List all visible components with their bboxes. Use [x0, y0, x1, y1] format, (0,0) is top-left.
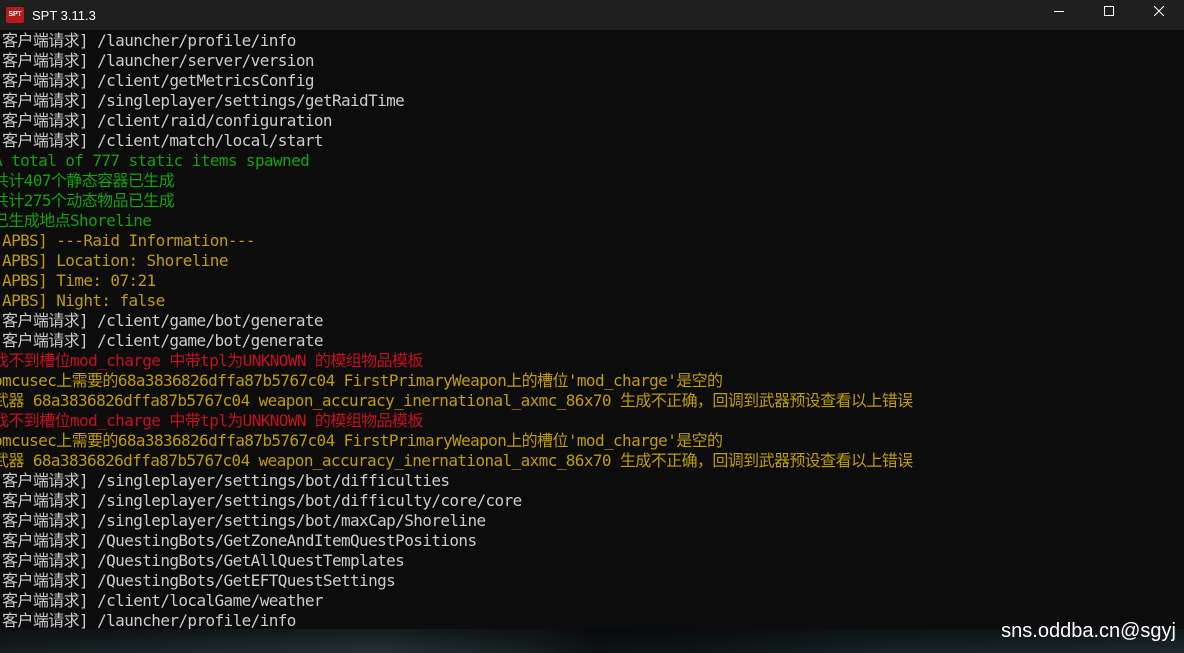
console-line: pmcusec上需要的68a3836826dffa87b5767c04 Firs…: [0, 431, 723, 450]
console-line: [客户端请求] /singleplayer/settings/bot/diffi…: [0, 491, 522, 510]
console-line: 找不到槽位mod_charge 中带tpl为UNKNOWN 的模组物品模板: [0, 351, 423, 370]
console-line: [APBS] Time: 07:21: [0, 271, 156, 290]
console-line: [客户端请求] /singleplayer/settings/bot/maxCa…: [0, 511, 486, 530]
console-line: [客户端请求] /QuestingBots/GetAllQuestTemplat…: [0, 551, 405, 570]
minimize-button[interactable]: [1034, 0, 1084, 22]
maximize-button[interactable]: [1084, 0, 1134, 22]
window-title: SPT 3.11.3: [32, 7, 96, 23]
console-line: [客户端请求] /launcher/server/version: [0, 51, 314, 70]
console-line: [客户端请求] /QuestingBots/GetZoneAndItemQues…: [0, 531, 477, 550]
console-line: [APBS] ---Raid Information---: [0, 231, 256, 250]
spt-app-icon: SPT: [6, 7, 24, 23]
console-line: [客户端请求] /client/game/bot/generate: [0, 331, 324, 350]
title-bar[interactable]: SPT SPT 3.11.3: [0, 0, 1184, 30]
console-line: 已生成地点Shoreline: [0, 211, 152, 230]
console-line: [客户端请求] /launcher/profile/info: [0, 31, 296, 50]
watermark: sns.oddba.cn@sgyj: [1001, 620, 1176, 642]
close-button[interactable]: [1134, 0, 1184, 22]
console-line: [APBS] Night: false: [0, 291, 165, 310]
console-line: 共计275个动态物品已生成: [0, 191, 175, 210]
console-line: [客户端请求] /client/raid/configuration: [0, 111, 333, 130]
minimize-icon: [1054, 11, 1064, 12]
console-line: [客户端请求] /client/localGame/weather: [0, 591, 324, 610]
maximize-icon: [1104, 6, 1114, 16]
console-line: [客户端请求] /QuestingBots/GetEFTQuestSetting…: [0, 571, 396, 590]
console-line: [客户端请求] /client/match/local/start: [0, 131, 324, 150]
console-output[interactable]: [客户端请求] /launcher/profile/info [客户端请求] /l…: [0, 31, 1184, 629]
console-line: [APBS] Location: Shoreline: [0, 251, 228, 270]
console-window: SPT SPT 3.11.3 [客户端请求] /launcher/profile…: [0, 0, 1184, 653]
console-line: [客户端请求] /singleplayer/settings/bot/diffi…: [0, 471, 450, 490]
console-line: [客户端请求] /client/game/bot/generate: [0, 311, 324, 330]
console-line: A total of 777 static items spawned: [0, 151, 310, 170]
console-line: 共计407个静态容器已生成: [0, 171, 175, 190]
console-line: 武器 68a3836826dffa87b5767c04 weapon_accur…: [0, 451, 913, 470]
window-controls: [1034, 0, 1184, 30]
console-line: 武器 68a3836826dffa87b5767c04 weapon_accur…: [0, 391, 913, 410]
console-line: 找不到槽位mod_charge 中带tpl为UNKNOWN 的模组物品模板: [0, 411, 423, 430]
console-line: [客户端请求] /singleplayer/settings/getRaidTi…: [0, 91, 405, 110]
close-icon: [1154, 6, 1164, 16]
console-line: pmcusec上需要的68a3836826dffa87b5767c04 Firs…: [0, 371, 723, 390]
console-line: [客户端请求] /launcher/profile/info: [0, 611, 296, 629]
console-line: [客户端请求] /client/getMetricsConfig: [0, 71, 314, 90]
